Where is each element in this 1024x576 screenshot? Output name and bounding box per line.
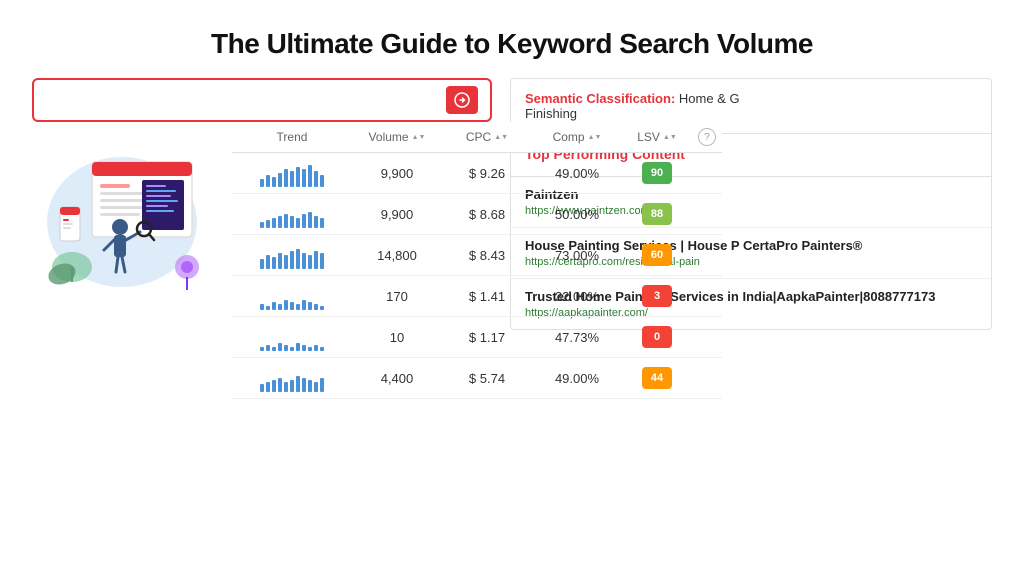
volume-cell: 10 xyxy=(352,330,442,345)
search-button[interactable] xyxy=(446,86,478,114)
trend-cell xyxy=(232,364,352,392)
data-table: Trend Volume ▲▼ CPC ▲▼ Comp ▲▼ xyxy=(232,122,722,399)
table-row: 9,900$ 8.6850.00%88 xyxy=(232,194,722,235)
volume-cell: 9,900 xyxy=(352,166,442,181)
table-row: 10$ 1.1747.73%0 xyxy=(232,317,722,358)
cpc-cell: $ 5.74 xyxy=(442,371,532,386)
cpc-cell: $ 1.41 xyxy=(442,289,532,304)
comp-cell: 49.00% xyxy=(532,371,622,386)
col-volume: Volume ▲▼ xyxy=(352,128,442,146)
volume-cell: 9,900 xyxy=(352,207,442,222)
comp-cell: 50.00% xyxy=(532,207,622,222)
search-input[interactable] xyxy=(46,92,446,108)
trend-cell xyxy=(232,200,352,228)
table-body: 9,900$ 9.2649.00%909,900$ 8.6850.00%8814… xyxy=(232,153,722,399)
arrow-right-icon xyxy=(454,92,470,108)
table-row: 9,900$ 9.2649.00%90 xyxy=(232,153,722,194)
col-lsv: LSV ▲▼ xyxy=(622,128,692,146)
volume-cell: 14,800 xyxy=(352,248,442,263)
cpc-cell: $ 8.43 xyxy=(442,248,532,263)
col-trend: Trend xyxy=(232,128,352,146)
col-comp: Comp ▲▼ xyxy=(532,128,622,146)
cpc-cell: $ 9.26 xyxy=(442,166,532,181)
lsv-cell: 60 xyxy=(622,244,692,266)
cpc-cell: $ 1.17 xyxy=(442,330,532,345)
table-row: 4,400$ 5.7449.00%44 xyxy=(232,358,722,399)
lsv-cell: 88 xyxy=(622,203,692,225)
trend-cell xyxy=(232,282,352,310)
col-cpc: CPC ▲▼ xyxy=(442,128,532,146)
trend-cell xyxy=(232,241,352,269)
comp-cell: 73.00% xyxy=(532,248,622,263)
comp-cell: 49.00% xyxy=(532,166,622,181)
sort-volume-icon[interactable]: ▲▼ xyxy=(412,134,426,141)
lsv-cell: 90 xyxy=(622,162,692,184)
sort-lsv-icon[interactable]: ▲▼ xyxy=(663,134,677,141)
col-help: ? xyxy=(692,128,722,146)
table-row: 170$ 1.4132.00%3 xyxy=(232,276,722,317)
cpc-cell: $ 8.68 xyxy=(442,207,532,222)
trend-cell xyxy=(232,323,352,351)
illustration xyxy=(32,112,232,312)
semantic-label: Semantic Classification: Home & GFinishi… xyxy=(525,91,977,121)
trend-cell xyxy=(232,159,352,187)
sort-cpc-icon[interactable]: ▲▼ xyxy=(494,134,508,141)
lsv-cell: 3 xyxy=(622,285,692,307)
table-header: Trend Volume ▲▼ CPC ▲▼ Comp ▲▼ xyxy=(232,122,722,153)
table-row: 14,800$ 8.4373.00%60 xyxy=(232,235,722,276)
page-title: The Ultimate Guide to Keyword Search Vol… xyxy=(211,28,813,60)
help-icon[interactable]: ? xyxy=(698,128,716,146)
lsv-cell: 0 xyxy=(622,326,692,348)
comp-cell: 47.73% xyxy=(532,330,622,345)
comp-cell: 32.00% xyxy=(532,289,622,304)
lsv-cell: 44 xyxy=(622,367,692,389)
sort-comp-icon[interactable]: ▲▼ xyxy=(588,134,602,141)
volume-cell: 170 xyxy=(352,289,442,304)
volume-cell: 4,400 xyxy=(352,371,442,386)
